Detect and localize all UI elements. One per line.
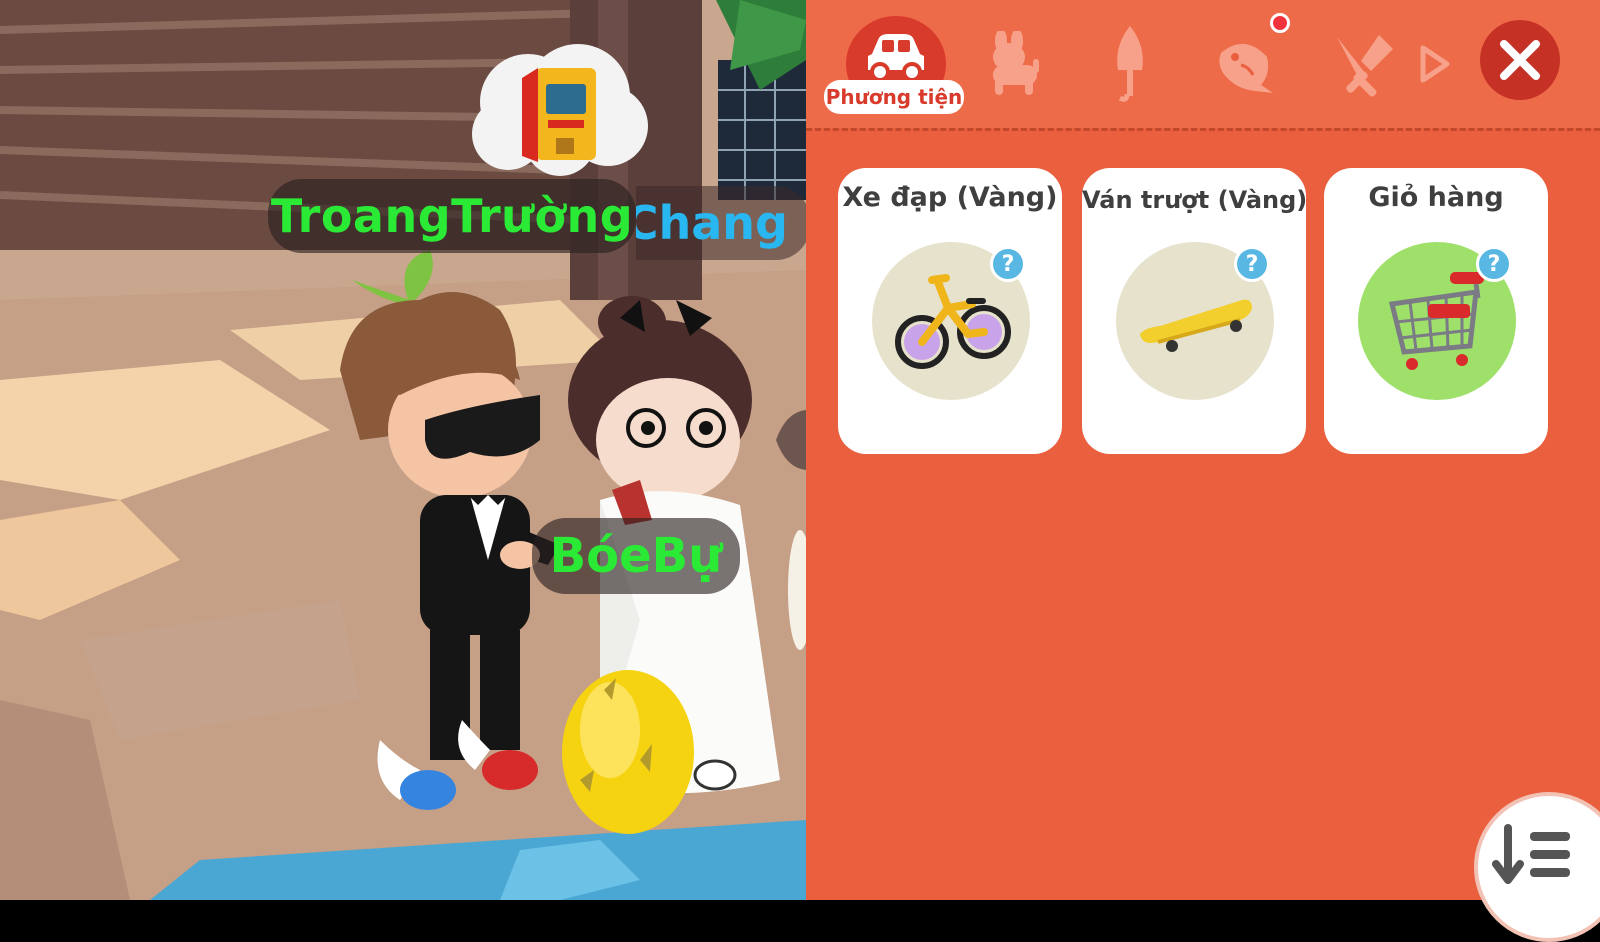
fork-knife-icon (1337, 35, 1393, 97)
car-icon (868, 34, 924, 82)
tab-pets[interactable] (962, 14, 1062, 114)
play-arrow-icon (1420, 45, 1450, 83)
fish-icon (1219, 43, 1273, 93)
other-player-nameplate-clip: nChang (636, 180, 806, 260)
item-help-button[interactable]: ? (1476, 246, 1512, 282)
pet-dog-icon (993, 31, 1039, 95)
item-title: Xe đạp (Vàng) (842, 182, 1058, 213)
thought-cloud (468, 44, 652, 176)
tab-vehicles-label: Phương tiện (824, 80, 964, 114)
umbrella-icon (1117, 26, 1143, 102)
pet-nameplate: BóeBự (532, 518, 740, 594)
other-player-name: nChang (636, 196, 788, 250)
game-scene (0, 0, 806, 900)
player-nameplate: TroangTrường (268, 179, 636, 253)
item-card-skateboard[interactable]: Ván trượt (Vàng) ? (1082, 168, 1308, 454)
item-help-button[interactable]: ? (990, 246, 1026, 282)
close-icon (1500, 40, 1540, 80)
tab-umbrella[interactable] (1080, 14, 1180, 114)
item-title: Giỏ hàng (1368, 182, 1504, 213)
fish-tab-notification-dot (1270, 13, 1290, 33)
item-help-button[interactable]: ? (1234, 246, 1270, 282)
sort-down-icon (1492, 824, 1570, 884)
arcade-machine-icon (522, 68, 596, 162)
tab-divider (806, 128, 1600, 131)
pet-name: BóeBự (549, 528, 723, 584)
other-player-nameplate: nChang (636, 186, 806, 260)
player-name: TroangTrường (270, 189, 634, 243)
item-title: Ván trượt (Vàng) (1082, 186, 1308, 214)
close-button[interactable] (1480, 20, 1560, 100)
game-world-view[interactable]: nChang TroangTrường BóeBự (0, 0, 806, 900)
tab-next-button[interactable] (1410, 14, 1460, 114)
tab-food[interactable] (1314, 14, 1414, 114)
item-card-bicycle[interactable]: Xe đạp (Vàng) ? (838, 168, 1062, 454)
egg-pet[interactable] (562, 670, 694, 834)
item-card-shopping-cart[interactable]: Giỏ hàng ? (1324, 168, 1548, 454)
